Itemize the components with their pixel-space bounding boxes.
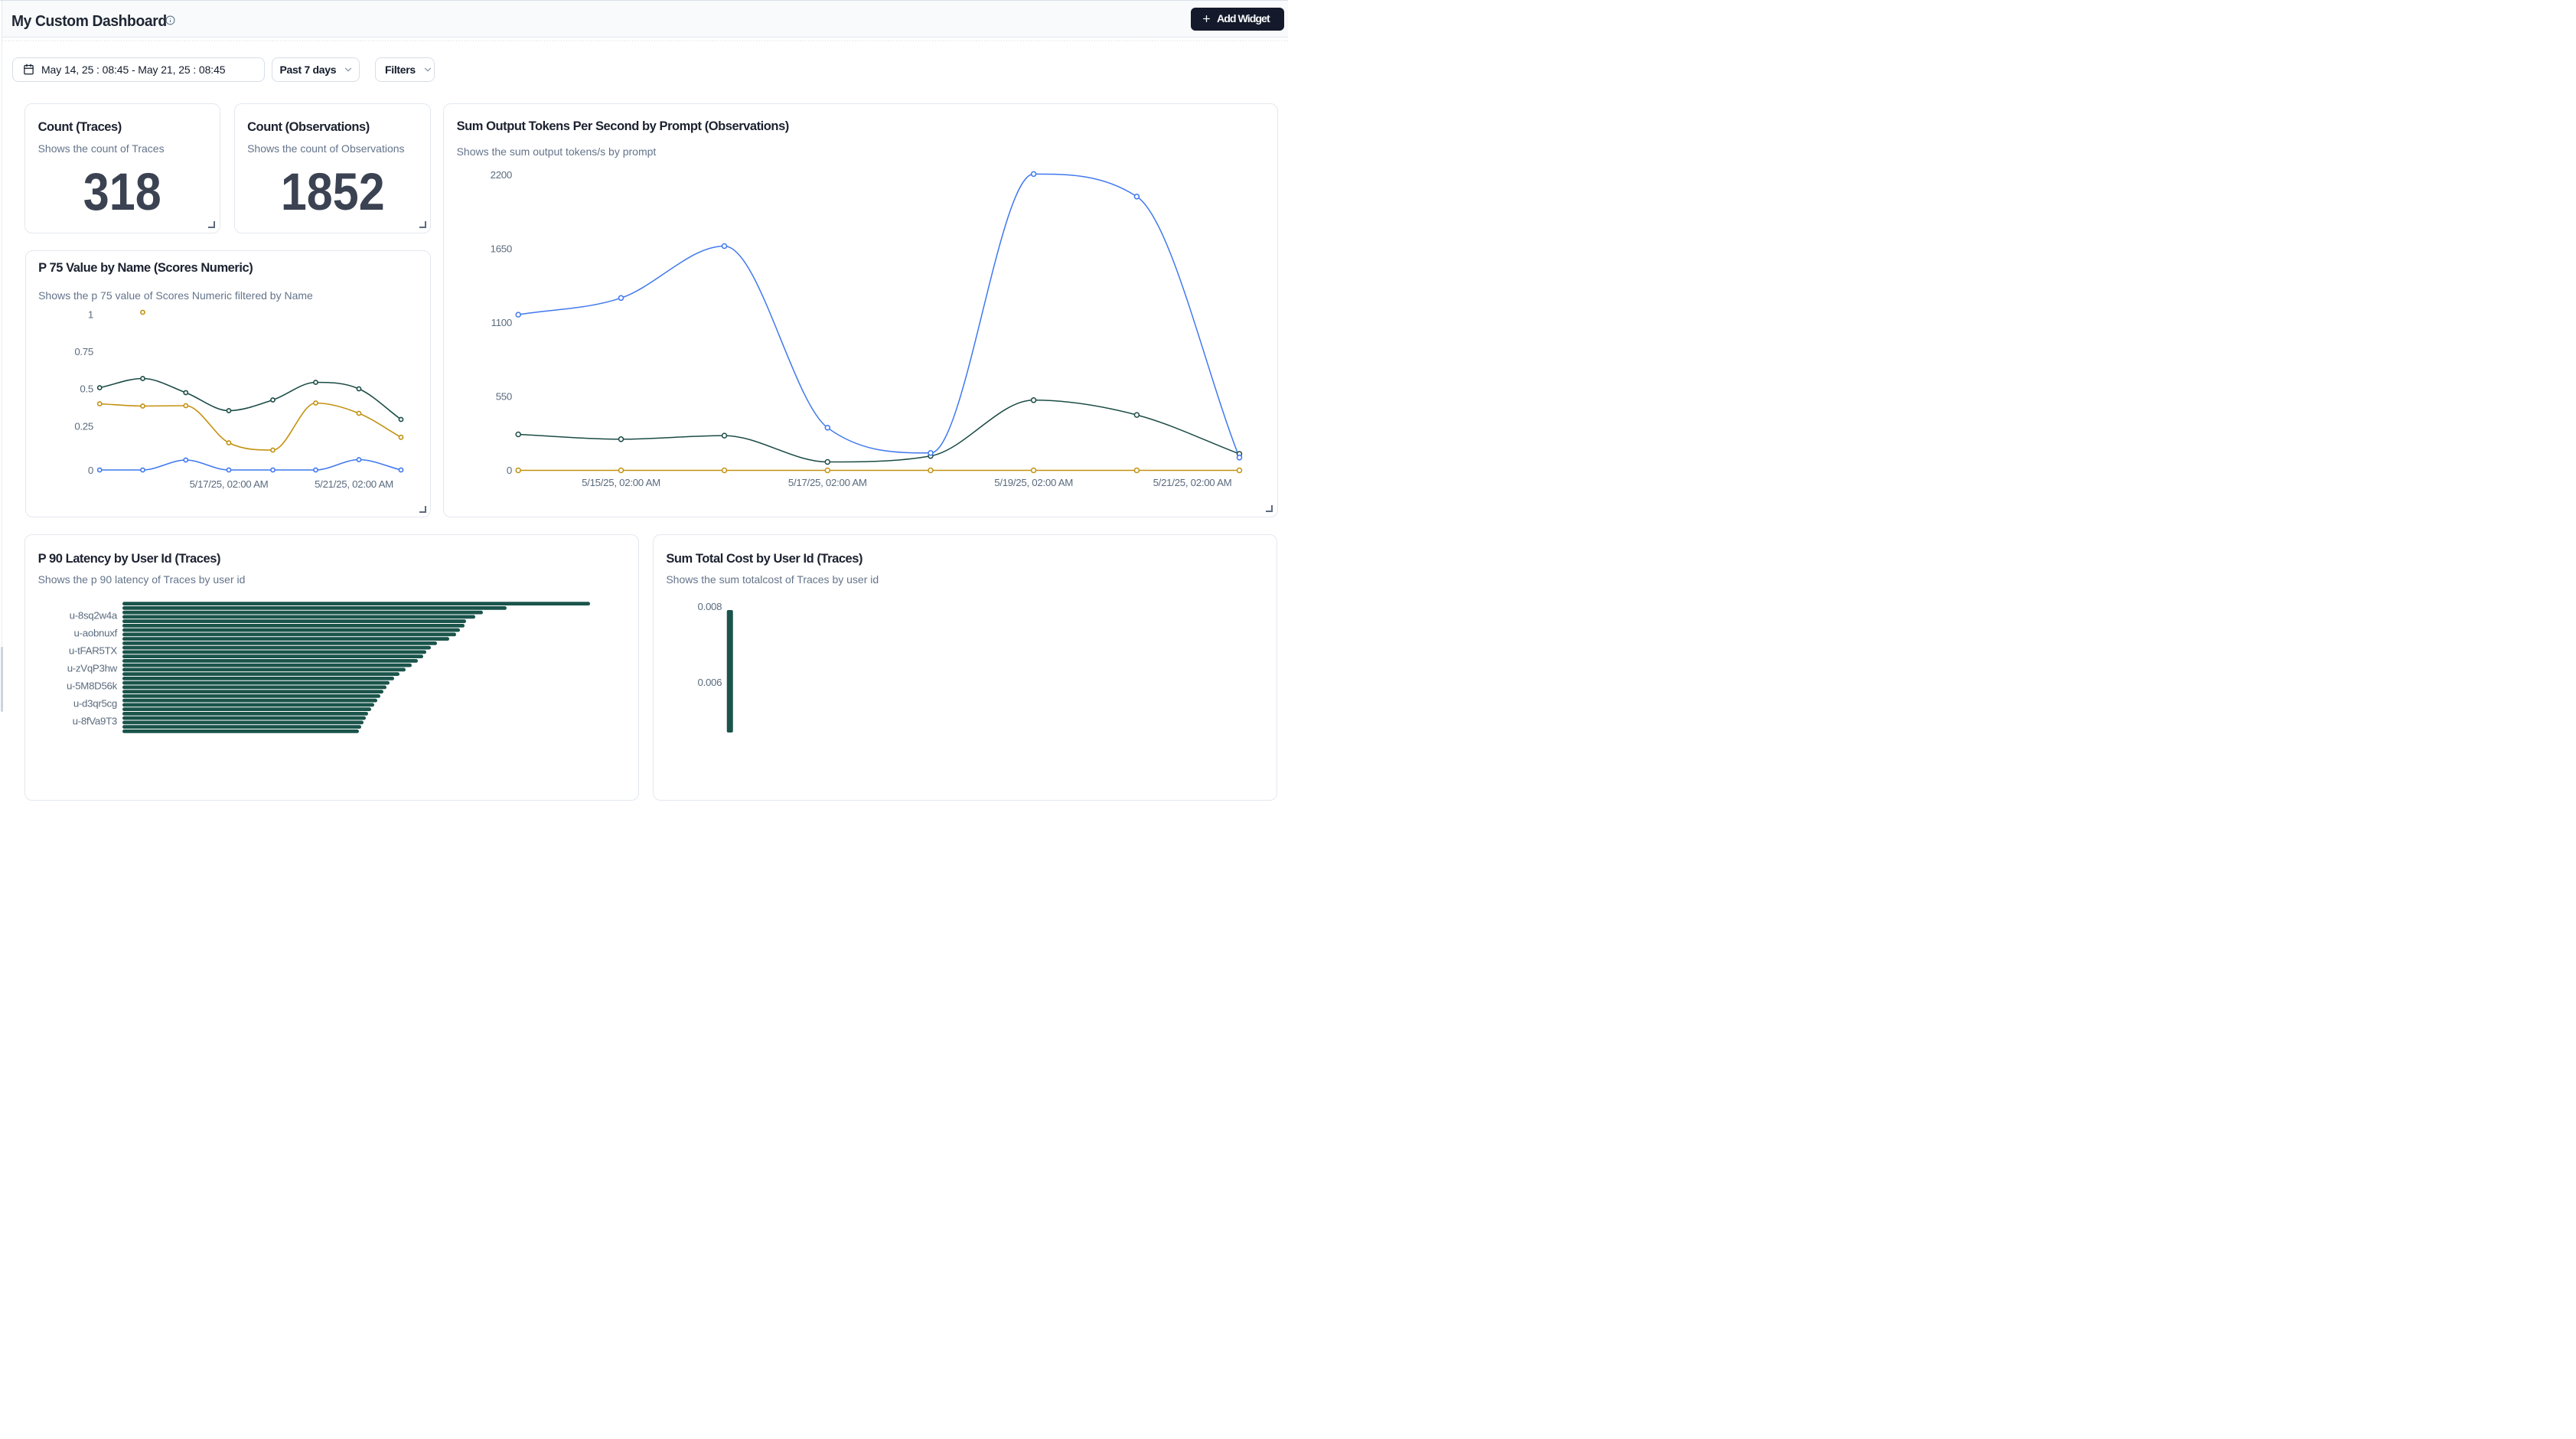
svg-text:u-8sq2w4a: u-8sq2w4a xyxy=(70,609,118,621)
svg-text:5/21/25, 02:00 AM: 5/21/25, 02:00 AM xyxy=(315,478,393,490)
svg-text:u-d3qr5cg: u-d3qr5cg xyxy=(73,697,117,709)
svg-text:5/17/25, 02:00 AM: 5/17/25, 02:00 AM xyxy=(189,478,268,490)
svg-text:u-5M8D56k: u-5M8D56k xyxy=(67,680,118,691)
svg-text:5/17/25, 02:00 AM: 5/17/25, 02:00 AM xyxy=(788,477,867,488)
svg-text:u-aobnuxf: u-aobnuxf xyxy=(74,627,118,638)
svg-text:1: 1 xyxy=(87,308,93,320)
svg-text:0.008: 0.008 xyxy=(697,601,722,612)
svg-text:550: 550 xyxy=(496,390,512,402)
svg-text:5/19/25, 02:00 AM: 5/19/25, 02:00 AM xyxy=(994,477,1073,488)
svg-text:u-tFAR5TX: u-tFAR5TX xyxy=(69,644,117,656)
svg-text:5/21/25, 02:00 AM: 5/21/25, 02:00 AM xyxy=(1153,477,1232,488)
svg-text:2200: 2200 xyxy=(491,169,512,181)
svg-text:0.25: 0.25 xyxy=(74,420,93,432)
svg-text:0.006: 0.006 xyxy=(697,677,722,688)
svg-text:1100: 1100 xyxy=(491,317,512,328)
svg-text:0.75: 0.75 xyxy=(74,346,93,357)
svg-text:0.5: 0.5 xyxy=(80,383,93,394)
svg-text:0: 0 xyxy=(87,465,93,476)
svg-text:u-8fVa9T3: u-8fVa9T3 xyxy=(73,715,117,726)
svg-text:5/15/25, 02:00 AM: 5/15/25, 02:00 AM xyxy=(582,477,660,488)
svg-text:u-zVqP3hw: u-zVqP3hw xyxy=(67,662,118,674)
svg-text:1650: 1650 xyxy=(491,243,512,254)
svg-text:0: 0 xyxy=(507,465,512,476)
